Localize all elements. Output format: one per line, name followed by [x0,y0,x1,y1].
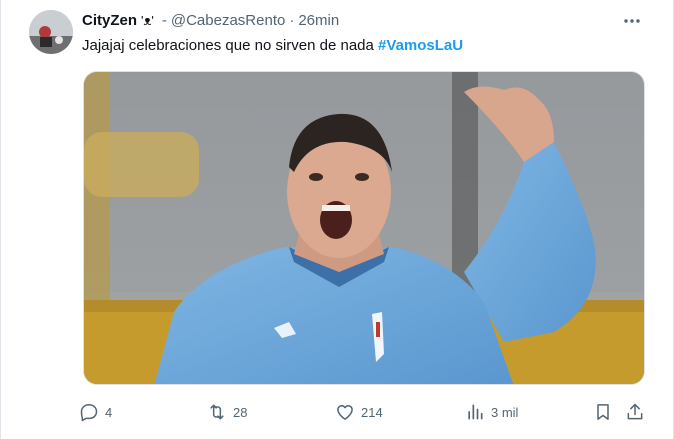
tweet-photo[interactable] [83,71,645,385]
share-button[interactable] [625,400,645,424]
reply-count: 4 [105,404,113,420]
bookmark-icon [597,404,609,420]
views-button[interactable]: 3 mil [465,400,518,424]
photo-celebrating-man [84,72,644,384]
ellipsis-icon[interactable] [621,12,643,30]
avatar-image [29,10,73,54]
avatar[interactable] [29,10,73,54]
author-name[interactable]: CityZen [82,12,137,29]
retweet-icon [210,404,224,420]
like-icon [337,405,353,420]
tweet-actions: 4 28 214 3 mil [79,400,647,424]
views-icon [468,404,483,420]
like-count: 214 [361,404,383,420]
tweet-body: Jajajaj celebraciones que no sirven de n… [82,37,374,54]
tweet-text: Jajajaj celebraciones que no sirven de n… [82,36,463,56]
tweet-card[interactable]: CityZen 'ᴥ' - @CabezasRento · 26min Jaja… [0,0,674,439]
bookmark-button[interactable] [593,400,613,424]
name-separator: - [161,11,167,29]
hashtag-link[interactable]: #VamosLaU [378,37,463,54]
time-dot: · [289,11,295,29]
retweet-count: 28 [233,404,248,420]
tweet-timestamp[interactable]: 26min [298,12,339,29]
reply-icon [80,404,98,422]
like-button[interactable]: 214 [335,400,383,424]
tweet-header: CityZen 'ᴥ' - @CabezasRento · 26min [82,10,339,30]
views-count: 3 mil [491,404,519,420]
share-icon [627,403,643,420]
author-emoji: 'ᴥ' [141,12,154,28]
retweet-button[interactable]: 28 [207,400,247,424]
author-handle[interactable]: @CabezasRento [171,12,285,29]
reply-button[interactable]: 4 [79,400,112,424]
